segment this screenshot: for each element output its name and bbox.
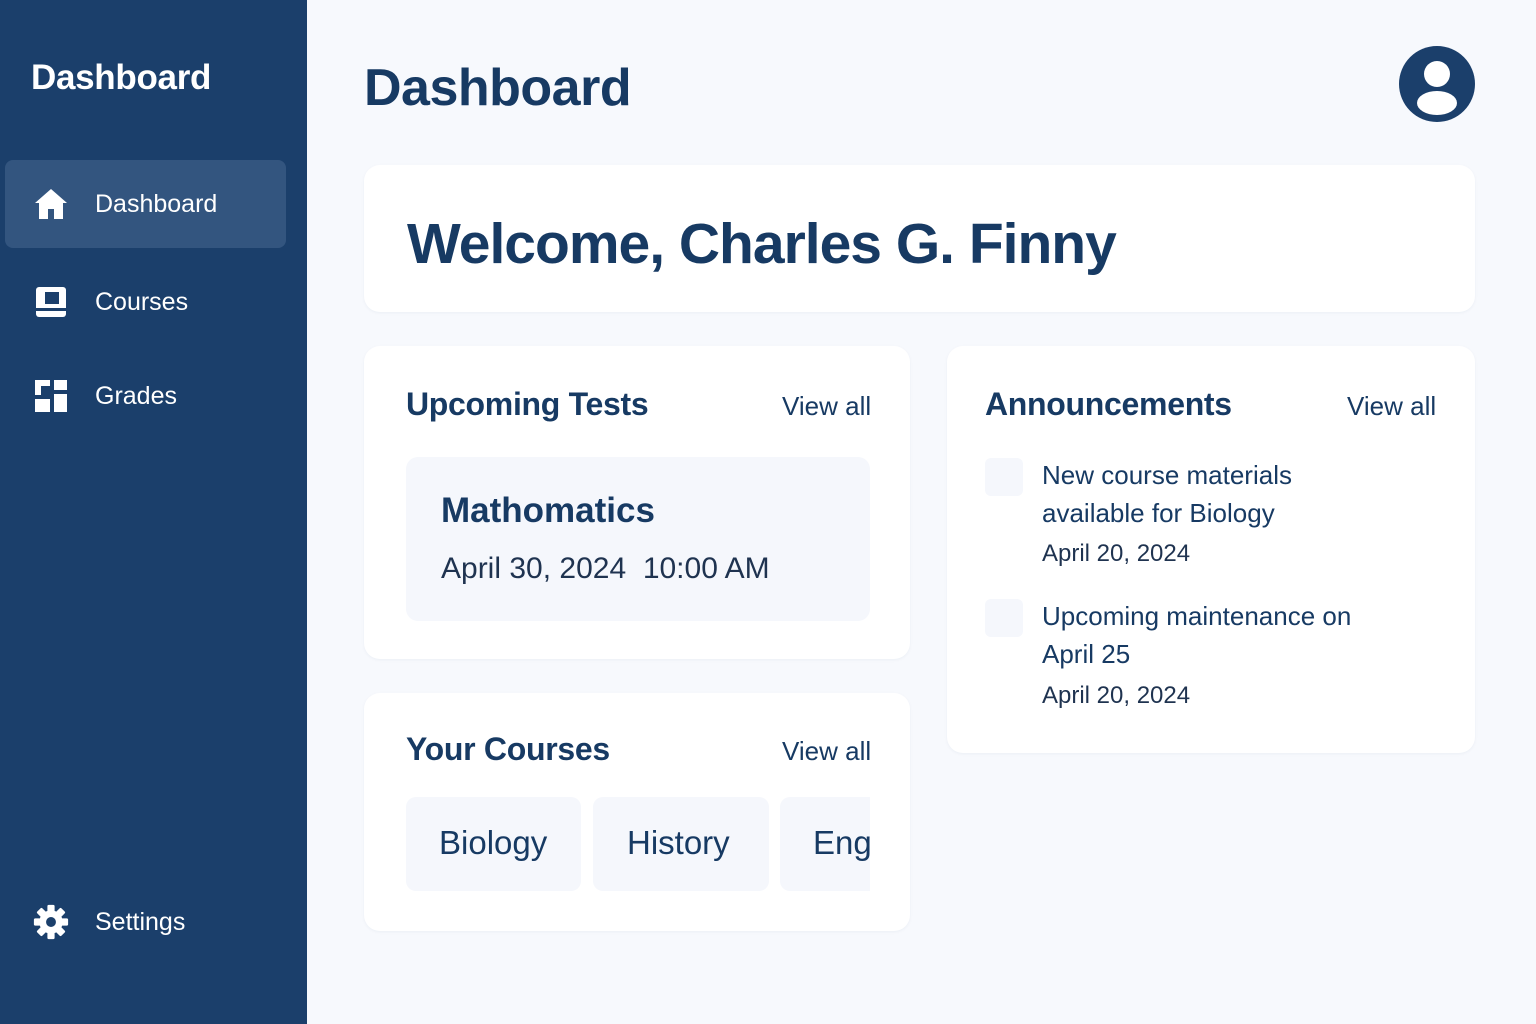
announcements-view-all-link[interactable]: View all (1347, 391, 1436, 422)
course-chip-biology[interactable]: Biology (406, 797, 581, 891)
course-chip-history[interactable]: History (593, 797, 769, 891)
grades-icon (33, 378, 69, 414)
sidebar-item-label: Settings (95, 907, 186, 936)
announcement-icon (985, 599, 1023, 637)
sidebar-item-settings[interactable]: Settings (5, 878, 286, 966)
announcement-date: April 20, 2024 (1042, 682, 1191, 709)
sidebar-title: Dashboard (31, 58, 212, 97)
sidebar-item-label: Dashboard (95, 189, 218, 218)
course-chip-label: Eng (813, 824, 870, 861)
announcement-icon (985, 458, 1023, 496)
announcements-card: Announcements View all New course materi… (947, 346, 1475, 753)
test-item[interactable]: Mathomatics April 30, 2024 10:00 AM (406, 457, 870, 621)
announcement-title: New course materials available for Biolo… (1042, 460, 1292, 528)
book-icon (33, 284, 69, 320)
welcome-message: Welcome, Charles G. Finny (407, 212, 1117, 276)
gear-icon (33, 904, 69, 940)
announcement-item[interactable]: Upcoming maintenance on April 25 April 2… (985, 599, 1445, 714)
your-courses-card: Your Courses View all Biology History En… (364, 693, 910, 931)
test-subject: Mathomatics (441, 491, 655, 530)
announcement-title: Upcoming maintenance on April 25 (1042, 601, 1352, 669)
welcome-card: Welcome, Charles G. Finny (364, 165, 1475, 312)
sidebar-item-dashboard[interactable]: Dashboard (5, 160, 286, 248)
course-chip-label: History (627, 824, 730, 861)
announcement-date: April 20, 2024 (1042, 540, 1191, 567)
sidebar-item-label: Grades (95, 381, 177, 410)
announcements-heading: Announcements (985, 386, 1232, 422)
test-time: 10:00 AM (642, 552, 770, 585)
sidebar-item-grades[interactable]: Grades (5, 352, 286, 440)
sidebar-item-label: Courses (95, 287, 189, 316)
home-icon (33, 186, 69, 222)
user-avatar-icon[interactable] (1399, 46, 1475, 122)
announcement-item[interactable]: New course materials available for Biolo… (985, 458, 1445, 573)
your-courses-heading: Your Courses (406, 731, 610, 767)
sidebar: Dashboard Dashboard Courses Grades Setti… (0, 0, 307, 1024)
test-date: April 30, 2024 (441, 552, 627, 585)
sidebar-item-courses[interactable]: Courses (5, 258, 286, 346)
course-chip-english[interactable]: Eng (780, 797, 870, 891)
course-chip-label: Biology (439, 824, 548, 861)
test-datetime: April 30, 2024 10:00 AM (441, 552, 770, 586)
upcoming-tests-heading: Upcoming Tests (406, 386, 649, 422)
upcoming-tests-view-all-link[interactable]: View all (782, 391, 871, 422)
page-title: Dashboard (364, 59, 632, 117)
your-courses-view-all-link[interactable]: View all (782, 736, 871, 767)
course-list: Biology History Eng (406, 797, 870, 891)
upcoming-tests-card: Upcoming Tests View all Mathomatics Apri… (364, 346, 910, 659)
